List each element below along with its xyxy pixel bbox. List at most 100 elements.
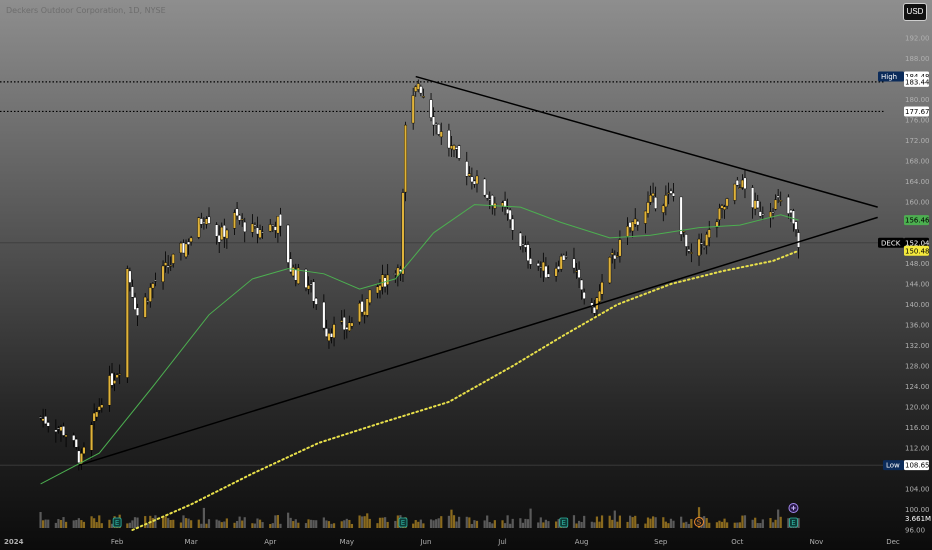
volume-bar: [506, 515, 509, 528]
volume-bar: [544, 519, 547, 528]
price-tag-label: Low: [883, 460, 904, 471]
volume-bar: [455, 521, 458, 528]
candle-body: [375, 286, 379, 294]
volume-bar: [261, 522, 264, 528]
volume-bar: [618, 515, 622, 528]
candle-body: [238, 215, 242, 221]
upcoming-event-icon[interactable]: [788, 503, 799, 513]
candle[interactable]: [559, 253, 563, 272]
candle-body: [166, 265, 170, 268]
price-tag-label-text: High: [881, 73, 897, 81]
earnings-badge-text: E: [401, 519, 405, 527]
candle-body: [204, 218, 208, 225]
volume-bar: [521, 522, 525, 528]
candle-body: [62, 426, 66, 436]
candle-body: [199, 218, 203, 225]
price-tag-label: DECK: [878, 237, 904, 248]
candle-body: [404, 124, 408, 193]
y-tick-label: 120.00: [905, 404, 930, 412]
volume-bar: [126, 523, 129, 528]
candle-body: [59, 426, 63, 431]
volume-bar: [207, 519, 211, 528]
volume-bar: [238, 516, 241, 528]
candle-body: [536, 263, 540, 267]
earnings-event-icon[interactable]: E: [559, 517, 569, 528]
earnings-event-icon[interactable]: E: [112, 517, 122, 528]
candle-body: [419, 86, 423, 94]
candle-body: [181, 242, 185, 254]
candle-body: [735, 179, 739, 186]
volume-bar: [715, 522, 718, 528]
candle[interactable]: [365, 298, 369, 318]
price-chart[interactable]: 96.00 100.00 104.00 112.00 116.00 120.00 124.0…: [0, 0, 932, 550]
y-tick-label: 168.00: [905, 158, 930, 166]
candle-body: [559, 256, 563, 270]
volume-bar: [167, 518, 170, 528]
candle[interactable]: [679, 196, 683, 242]
volume-bar: [309, 519, 313, 528]
candle-body: [518, 232, 522, 247]
volume-bar: [723, 518, 726, 528]
volume-bar: [580, 521, 583, 528]
candle-body: [554, 268, 558, 277]
volume-bar: [519, 518, 522, 528]
candle-body: [56, 427, 60, 430]
candle-body: [434, 123, 438, 126]
candle[interactable]: [197, 216, 201, 240]
volume-bar: [414, 520, 417, 528]
earnings-event-icon[interactable]: E: [789, 517, 798, 528]
candle-body: [610, 252, 614, 255]
candle[interactable]: [483, 177, 487, 198]
x-tick-label: Jun: [419, 538, 431, 546]
volume-bar: [572, 515, 576, 528]
volume-bar: [419, 519, 422, 528]
candle[interactable]: [404, 121, 408, 202]
volume-bar: [93, 518, 96, 528]
candle-body: [651, 193, 655, 197]
candle-body: [342, 317, 346, 330]
candle-body: [243, 221, 247, 233]
volume-bar: [75, 519, 78, 528]
candle[interactable]: [358, 300, 362, 325]
volume-bar: [307, 519, 310, 528]
candle-body: [92, 412, 96, 422]
volume-bar: [184, 518, 188, 528]
candle-body: [733, 183, 737, 201]
candle[interactable]: [608, 256, 612, 285]
volume-bar: [511, 518, 514, 528]
candle[interactable]: [125, 265, 129, 384]
candle-body: [664, 195, 668, 208]
volume-bar: [644, 523, 647, 528]
volume-bar: [235, 520, 239, 528]
candle-body: [360, 301, 364, 313]
volume-bar: [330, 523, 333, 528]
volume-bar: [202, 507, 205, 528]
candle-body: [421, 96, 425, 98]
volume-bar: [197, 519, 200, 528]
candle[interactable]: [457, 144, 461, 161]
split-event-icon[interactable]: S: [694, 517, 705, 527]
earnings-badge-text: E: [115, 519, 119, 527]
candle-body: [577, 269, 581, 278]
volume-bar: [771, 522, 775, 528]
currency-button[interactable]: USD: [903, 3, 927, 21]
candle-body: [751, 187, 755, 208]
candle-body: [332, 324, 336, 338]
volume-bar: [144, 516, 147, 528]
candle-body: [725, 198, 729, 207]
earnings-event-icon[interactable]: E: [398, 517, 408, 528]
candle[interactable]: [437, 123, 441, 136]
candle-body: [250, 223, 254, 233]
candle-body: [148, 287, 152, 302]
volume-bar: [381, 517, 384, 528]
volume-bar: [537, 522, 540, 528]
candle-body: [776, 195, 780, 198]
volume-bar: [577, 520, 581, 528]
candle-body: [465, 161, 469, 177]
candle-body: [207, 216, 211, 224]
volume-bar: [256, 518, 259, 528]
volume-bar: [777, 509, 780, 528]
volume-bar: [575, 523, 578, 528]
candle-body: [488, 198, 492, 201]
candle-body: [363, 310, 367, 316]
